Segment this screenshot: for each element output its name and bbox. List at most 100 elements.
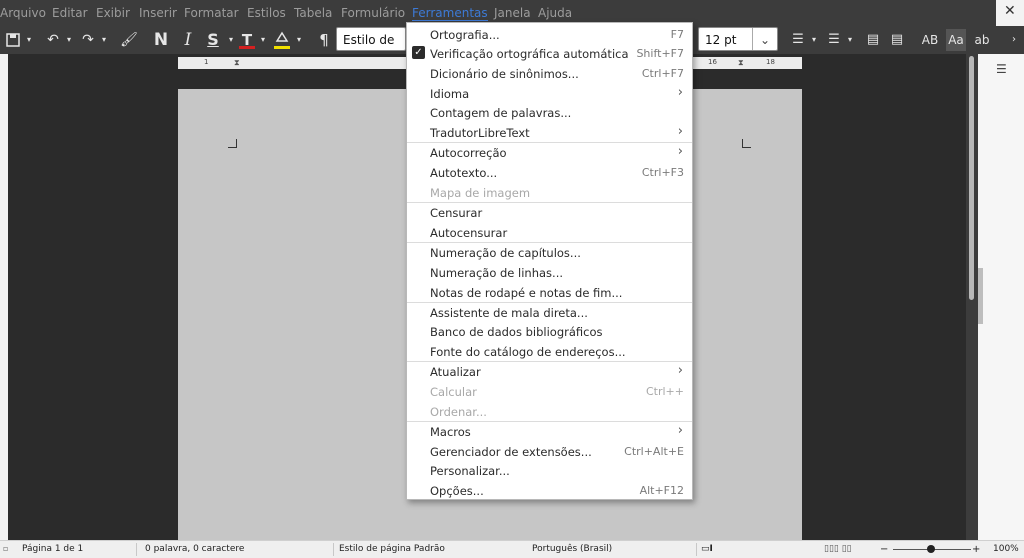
menu-item-autotexto[interactable]: Autotexto... Ctrl+F3 (407, 163, 692, 183)
menu-item-mala-direta[interactable]: Assistente de mala direta... (407, 303, 692, 323)
menu-item-shortcut: Ctrl+F3 (641, 166, 684, 179)
menu-formulario[interactable]: Formulário (341, 6, 405, 20)
italic-button[interactable]: I (179, 29, 197, 51)
menu-item-autocensurar[interactable]: Autocensurar (407, 223, 692, 243)
page-count[interactable]: Página 1 de 1 (22, 544, 83, 554)
vertical-scrollbar[interactable] (966, 54, 978, 540)
menu-item-mapa-imagem: Mapa de imagem (407, 183, 692, 203)
menu-item-personalizar[interactable]: Personalizar... (407, 461, 692, 481)
redo-dropdown-icon[interactable]: ▾ (99, 29, 109, 51)
status-divider (333, 543, 334, 556)
menu-inserir[interactable]: Inserir (139, 6, 177, 20)
font-color-dropdown-icon[interactable]: ▾ (258, 29, 268, 51)
zoom-slider-thumb[interactable] (927, 545, 935, 553)
menu-item-shortcut: Alt+F12 (639, 484, 684, 497)
menu-item-notas-rodape[interactable]: Notas de rodapé e notas de fim... (407, 283, 692, 303)
lowercase-style-button[interactable]: ab (972, 29, 992, 51)
menu-item-label: Opções... (430, 484, 484, 498)
menu-item-label: Fonte do catálogo de endereços... (430, 345, 626, 359)
formatting-marks-button[interactable]: ¶ (316, 29, 332, 51)
menu-item-ortografia[interactable]: Ortografia... F7 (407, 25, 692, 45)
font-size-value: 12 pt (705, 33, 737, 47)
sidebar-menu-icon[interactable]: ☰ (996, 62, 1007, 76)
highlight-button[interactable] (272, 29, 292, 51)
ruler-number: 16 (708, 58, 717, 66)
save-icon[interactable] (4, 29, 22, 51)
menu-item-numeracao-linhas[interactable]: Numeração de linhas... (407, 263, 692, 283)
menu-arquivo[interactable]: Arquivo (0, 6, 46, 20)
indent-marker-icon[interactable]: ⧗ (234, 58, 240, 68)
menu-janela[interactable]: Janela (494, 6, 531, 20)
chevron-right-icon: › (677, 363, 683, 378)
font-color-button[interactable]: T (238, 29, 256, 51)
menu-ajuda[interactable]: Ajuda (538, 6, 572, 20)
menu-item-numeracao-capitulos[interactable]: Numeração de capítulos... (407, 243, 692, 263)
numbered-list-icon[interactable]: ☰ (825, 29, 843, 51)
list-icon[interactable]: ☰ (789, 29, 807, 51)
paragraph-icon[interactable]: ▤ (864, 29, 882, 51)
menu-item-idioma[interactable]: Idioma › (407, 84, 692, 104)
toolbar-overflow-icon[interactable]: › (1008, 29, 1020, 51)
chevron-down-icon[interactable]: ⌄ (752, 28, 777, 50)
menu-formatar[interactable]: Formatar (184, 6, 239, 20)
document-icon[interactable]: ▤ (888, 29, 906, 51)
word-count[interactable]: 0 palavra, 0 caractere (145, 544, 244, 554)
menu-item-verificacao-automatica[interactable]: ✓ Verificação ortográfica automática Shi… (407, 44, 692, 64)
menu-item-tradutor[interactable]: TradutorLibreText › (407, 123, 692, 143)
language[interactable]: Português (Brasil) (532, 544, 612, 554)
menu-item-banco-bibliografico[interactable]: Banco de dados bibliográficos (407, 322, 692, 342)
uppercase-style-button[interactable]: AB (920, 29, 940, 51)
highlight-dropdown-icon[interactable]: ▾ (294, 29, 304, 51)
menu-item-label: Notas de rodapé e notas de fim... (430, 286, 623, 300)
chevron-right-icon: › (677, 124, 683, 139)
view-layout-icons[interactable]: ▯▯▯ ▯▯ (824, 544, 852, 554)
font-size-combo[interactable]: 12 pt ⌄ (698, 27, 778, 51)
menu-exibir[interactable]: Exibir (96, 6, 130, 20)
menu-item-shortcut: F7 (670, 28, 684, 41)
menu-item-label: TradutorLibreText (430, 126, 530, 140)
zoom-out-icon[interactable]: − (880, 544, 888, 555)
underline-button[interactable]: S (204, 29, 222, 51)
menu-tabela[interactable]: Tabela (294, 6, 332, 20)
menu-item-label: Macros (430, 425, 471, 439)
clone-formatting-icon[interactable]: 🖌 (120, 29, 138, 51)
redo-icon[interactable]: ↷ (79, 29, 97, 51)
sidebar-deck: ☰ (978, 54, 1024, 540)
heading-style-button[interactable]: Aa (946, 29, 966, 51)
menu-item-catalogo-enderecos[interactable]: Fonte do catálogo de endereços... (407, 342, 692, 362)
page-style[interactable]: Estilo de página Padrão (339, 544, 445, 554)
menu-editar[interactable]: Editar (52, 6, 88, 20)
menu-item-censurar[interactable]: Censurar (407, 203, 692, 223)
menu-ferramentas[interactable]: Ferramentas (412, 6, 488, 21)
underline-dropdown-icon[interactable]: ▾ (226, 29, 236, 51)
status-bar: ▫ Página 1 de 1 0 palavra, 0 caractere E… (0, 540, 1024, 558)
menu-item-dicionario-sinonimos[interactable]: Dicionário de sinônimos... Ctrl+F7 (407, 64, 692, 84)
menu-estilos[interactable]: Estilos (247, 6, 286, 20)
menu-item-label: Verificação ortográfica automática (430, 47, 629, 61)
numbered-list-dropdown-icon[interactable]: ▾ (845, 29, 855, 51)
save-dropdown-icon[interactable]: ▾ (24, 29, 34, 51)
menu-item-opcoes[interactable]: Opções... Alt+F12 (407, 481, 692, 501)
menu-item-label: Autocensurar (430, 226, 508, 240)
sidebar-collapse-handle[interactable] (978, 268, 983, 324)
insert-mode-icon[interactable]: ▭I (701, 544, 713, 554)
menu-item-gerenciador-extensoes[interactable]: Gerenciador de extensões... Ctrl+Alt+E (407, 442, 692, 462)
menu-item-label: Assistente de mala direta... (430, 306, 588, 320)
zoom-in-icon[interactable]: + (972, 544, 980, 555)
menu-item-contagem-palavras[interactable]: Contagem de palavras... (407, 103, 692, 123)
window-close-button[interactable]: ✕ (996, 0, 1024, 26)
bold-button[interactable]: N (152, 29, 170, 51)
menu-item-shortcut: Ctrl+Alt+E (624, 445, 684, 458)
scrollbar-thumb[interactable] (969, 56, 974, 300)
margin-corner-marker (228, 139, 237, 148)
list-dropdown-icon[interactable]: ▾ (809, 29, 819, 51)
menu-item-autocorrecao[interactable]: Autocorreção › (407, 143, 692, 163)
paragraph-style-combo[interactable]: Estilo de parágrafo (336, 27, 406, 51)
menu-item-atualizar[interactable]: Atualizar › (407, 362, 692, 382)
undo-dropdown-icon[interactable]: ▾ (64, 29, 74, 51)
undo-icon[interactable]: ↶ (44, 29, 62, 51)
right-indent-marker-icon[interactable]: ⧗ (738, 58, 744, 68)
menu-item-label: Banco de dados bibliográficos (430, 325, 603, 339)
zoom-level[interactable]: 100% (993, 544, 1019, 554)
menu-item-macros[interactable]: Macros › (407, 422, 692, 442)
